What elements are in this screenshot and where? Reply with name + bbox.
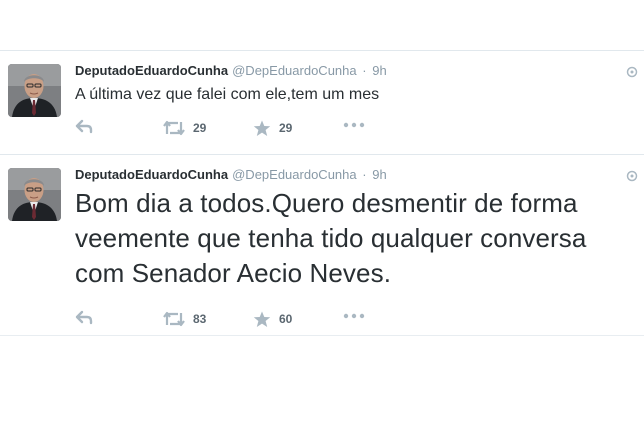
favorite-star-icon bbox=[253, 120, 271, 136]
favorite-count: 60 bbox=[279, 312, 293, 326]
favorite-button[interactable]: 60 bbox=[253, 309, 292, 329]
reply-button[interactable] bbox=[75, 309, 93, 325]
tweet[interactable]: DeputadoEduardoCunha @DepEduardoCunha · 9… bbox=[0, 154, 644, 336]
author-handle[interactable]: @DepEduardoCunha bbox=[232, 167, 357, 182]
more-button[interactable] bbox=[343, 313, 365, 319]
author-fullname[interactable]: DeputadoEduardoCunha bbox=[75, 167, 228, 182]
tweet[interactable]: DeputadoEduardoCunha @DepEduardoCunha · 9… bbox=[0, 50, 644, 154]
retweet-icon bbox=[163, 311, 185, 327]
caret-icon[interactable] bbox=[626, 65, 638, 78]
tweet-actions: 83 60 bbox=[75, 309, 395, 329]
tweet-text: Bom dia a todos.Quero desmentir de forma… bbox=[75, 188, 587, 288]
avatar[interactable] bbox=[8, 168, 61, 221]
author-handle[interactable]: @DepEduardoCunha bbox=[232, 63, 357, 78]
caret-icon[interactable] bbox=[626, 169, 638, 182]
retweet-button[interactable]: 83 bbox=[163, 309, 206, 329]
tweet-header: DeputadoEduardoCunha @DepEduardoCunha · 9… bbox=[75, 167, 387, 183]
more-button[interactable] bbox=[343, 122, 365, 128]
favorite-count: 29 bbox=[279, 121, 293, 135]
author-fullname[interactable]: DeputadoEduardoCunha bbox=[75, 63, 228, 78]
tweet-text: A última vez que falei com ele,tem um me… bbox=[75, 86, 380, 103]
reply-button[interactable] bbox=[75, 118, 93, 134]
retweet-icon bbox=[163, 120, 185, 136]
more-dots-icon bbox=[343, 313, 365, 319]
tweet-timestamp[interactable]: 9h bbox=[372, 63, 386, 78]
reply-icon bbox=[75, 119, 93, 134]
retweet-button[interactable]: 29 bbox=[163, 118, 206, 138]
tweet-header: DeputadoEduardoCunha @DepEduardoCunha · 9… bbox=[75, 63, 387, 79]
retweet-count: 29 bbox=[193, 121, 207, 135]
reply-icon bbox=[75, 310, 93, 325]
separator-dot: · bbox=[362, 63, 367, 78]
tweet-timestamp[interactable]: 9h bbox=[372, 167, 386, 182]
favorite-button[interactable]: 29 bbox=[253, 118, 292, 138]
favorite-star-icon bbox=[253, 311, 271, 327]
separator-dot: · bbox=[362, 167, 367, 182]
avatar[interactable] bbox=[8, 64, 61, 117]
tweet-actions: 29 29 bbox=[75, 118, 395, 138]
more-dots-icon bbox=[343, 122, 365, 128]
timeline: DeputadoEduardoCunha @DepEduardoCunha · 9… bbox=[0, 50, 644, 336]
retweet-count: 83 bbox=[193, 312, 207, 326]
